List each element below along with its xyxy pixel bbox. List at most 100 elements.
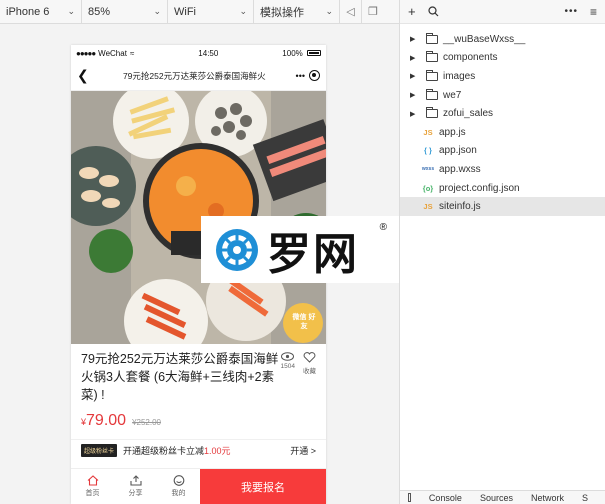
tree-item[interactable]: ▶ zofui_sales: [400, 104, 605, 123]
tree-item-label: project.config.json: [439, 182, 520, 194]
more-icon[interactable]: •••: [564, 6, 578, 17]
watermark: 罗网 ®: [201, 216, 401, 283]
chevron-right-icon[interactable]: ▶: [400, 72, 422, 80]
tree-item[interactable]: JS app.js: [400, 123, 605, 142]
wifi-icon: ≈: [129, 48, 135, 58]
hero-badge: 微信 好友: [292, 314, 316, 330]
status-time: 14:50: [198, 48, 219, 58]
chevron-down-icon: ⌄: [153, 6, 161, 16]
tree-item[interactable]: wxss app.wxss: [400, 160, 605, 179]
heart-icon: [303, 352, 316, 363]
promo-open-link[interactable]: 开通 >: [290, 444, 316, 457]
original-price: ¥252.00: [132, 418, 161, 427]
eye-icon: [281, 352, 295, 361]
tree-item[interactable]: ▶ components: [400, 49, 605, 68]
chevron-down-icon: ⌄: [325, 6, 333, 16]
back-arrow-icon[interactable]: ❮: [77, 67, 93, 84]
tab-sources[interactable]: Sources: [480, 493, 513, 503]
price-value: 79.00: [86, 412, 127, 429]
watermark-text: 罗网: [267, 228, 359, 280]
product-title: 79元抢252元万达莱莎公爵泰国海鲜火锅3人套餐 (6大海鲜+三线肉+2素菜) …: [81, 352, 279, 402]
add-file-button[interactable]: +: [408, 4, 416, 19]
product-info: 79元抢252元万达莱莎公爵泰国海鲜火锅3人套餐 (6大海鲜+三线肉+2素菜) …: [71, 344, 326, 439]
mute-button[interactable]: ◁: [340, 0, 362, 24]
favorite-button[interactable]: 收藏: [303, 352, 316, 375]
tree-item-label: components: [443, 52, 498, 64]
tree-item-label: app.json: [439, 145, 477, 157]
chevron-down-icon: ⌄: [239, 6, 247, 16]
tree-item[interactable]: { } app.json: [400, 142, 605, 161]
chevron-right-icon[interactable]: ▶: [400, 54, 422, 62]
favorite-label: 收藏: [303, 368, 316, 375]
config-file-icon: {o}: [422, 183, 434, 193]
folder-icon: [426, 88, 438, 100]
mode-select[interactable]: 模拟操作 ⌄: [254, 0, 340, 24]
folder-icon: [426, 107, 438, 119]
tree-item-label: zofui_sales: [443, 108, 494, 120]
views-count: 1504: [280, 363, 295, 370]
chevron-right-icon[interactable]: ▶: [400, 91, 422, 99]
home-label: 首页: [85, 490, 100, 497]
window-icon: ❐: [368, 6, 378, 18]
devtools-tabs: Console Sources Network S: [400, 490, 605, 504]
bottom-action-bar: 首页 分享 我的 我要报名: [71, 468, 326, 504]
home-tab[interactable]: 首页: [71, 469, 114, 504]
phone-status-bar: ●●●●● WeChat ≈ 14:50 100%: [71, 45, 326, 61]
network-select[interactable]: WiFi ⌄: [168, 0, 254, 24]
fan-card-tag: 超级粉丝卡: [81, 444, 118, 457]
file-explorer: + ••• ≡ ▶ __wuBaseWxss__ ▶ components ▶ image…: [399, 0, 605, 504]
capsule-menu[interactable]: •••: [296, 70, 320, 81]
detach-button[interactable]: ❐: [362, 0, 384, 24]
inspect-icon[interactable]: [408, 493, 411, 502]
views-counter: 1504: [281, 352, 295, 375]
promo-text: 开通超级粉丝卡立减: [123, 446, 205, 456]
home-icon: [87, 475, 98, 486]
share-tab[interactable]: 分享: [114, 469, 157, 504]
tree-item-label: app.js: [439, 126, 466, 138]
tree-item[interactable]: ▶ images: [400, 67, 605, 86]
phone-navbar: ❮ 79元抢252元万达莱莎公爵泰国海鲜火 •••: [71, 61, 326, 91]
zoom-select[interactable]: 85% ⌄: [82, 0, 168, 24]
chevron-right-icon[interactable]: ▶: [400, 110, 422, 118]
page-title: 79元抢252元万达莱莎公爵泰国海鲜火: [122, 70, 266, 81]
share-icon: [129, 475, 142, 486]
record-icon: [309, 70, 320, 81]
tree-item[interactable]: {o} project.config.json: [400, 179, 605, 198]
more-dots-icon: •••: [295, 70, 305, 81]
device-select[interactable]: iPhone 6 ⌄: [0, 0, 82, 24]
search-icon[interactable]: [427, 6, 439, 17]
tab-console[interactable]: Console: [429, 493, 462, 503]
fan-card-promo[interactable]: 超级粉丝卡 开通超级粉丝卡立减1.00元 开通 >: [71, 439, 326, 461]
tree-item-label: we7: [443, 89, 462, 101]
zoom-select-value: 85%: [88, 5, 111, 18]
smile-icon: [173, 475, 184, 486]
split-icon[interactable]: ≡: [590, 5, 597, 19]
chevron-down-icon: ⌄: [67, 6, 75, 16]
simulator-toolbar: iPhone 6 ⌄ 85% ⌄ WiFi ⌄ 模拟操作 ⌄ ◁ ❐: [0, 0, 399, 24]
mine-tab[interactable]: 我的: [157, 469, 200, 504]
share-label: 分享: [128, 490, 143, 497]
luowang-logo-icon: [216, 228, 258, 271]
speaker-icon: ◁: [346, 6, 355, 18]
chevron-right-icon[interactable]: ▶: [400, 35, 422, 43]
registered-mark: ®: [379, 222, 387, 233]
tree-item-label: siteinfo.js: [439, 201, 481, 213]
mode-select-value: 模拟操作: [260, 6, 304, 19]
folder-icon: [426, 69, 438, 81]
js-file-icon: JS: [423, 127, 433, 137]
carrier-label: WeChat: [98, 48, 127, 58]
js-file-icon: JS: [423, 202, 433, 212]
tree-item[interactable]: ▶ __wuBaseWxss__: [400, 30, 605, 49]
tree-item-label: __wuBaseWxss__: [443, 33, 526, 45]
tab-more[interactable]: S: [582, 493, 588, 503]
tree-item[interactable]: ▶ we7: [400, 86, 605, 105]
tab-network[interactable]: Network: [531, 493, 564, 503]
explorer-toolbar: + ••• ≡: [400, 0, 605, 24]
promo-amount: 1.00元: [204, 446, 231, 456]
signal-icon: ●●●●●: [76, 48, 96, 58]
device-select-value: iPhone 6: [6, 5, 50, 18]
tree-item-label: app.wxss: [439, 163, 481, 175]
signup-button[interactable]: 我要报名: [200, 469, 326, 504]
folder-icon: [426, 32, 438, 44]
tree-item[interactable]: JS siteinfo.js: [400, 197, 605, 216]
